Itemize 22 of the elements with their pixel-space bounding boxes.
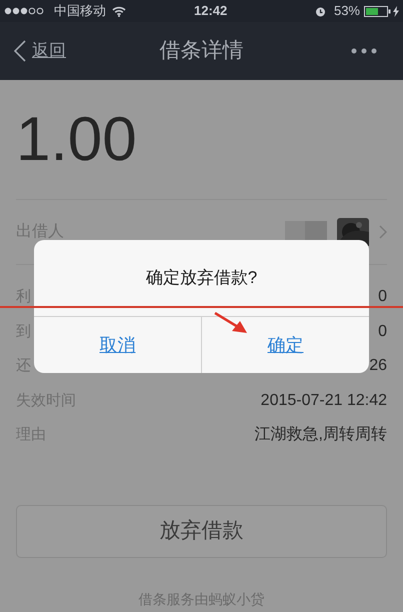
clock-time: 12:42 (194, 2, 228, 20)
dialog-message: 确定放弃借款? (146, 267, 258, 290)
back-chevron-icon (14, 40, 26, 62)
alarm-icon (314, 6, 326, 16)
row-value: 26 (369, 356, 387, 376)
row-value: 0 (378, 322, 387, 342)
row-value: 江湖救急,周转周转 (254, 425, 387, 446)
row-value: 2015-07-21 12:42 (260, 390, 387, 411)
page-title: 借条详情 (160, 38, 244, 64)
chevron-right-icon (379, 225, 387, 239)
carrier-name: 中国移动 (54, 2, 106, 20)
charging-icon (393, 6, 399, 16)
annotation-arrow-icon (214, 312, 248, 334)
battery-icon (364, 6, 392, 16)
loan-amount: 1.00 (16, 108, 137, 170)
more-icon[interactable] (351, 48, 377, 54)
row-value: 0 (378, 287, 387, 308)
back-button[interactable]: 返回 (14, 38, 66, 64)
abandon-loan-button[interactable]: 放弃借款 (16, 504, 387, 558)
battery-percent: 53% (334, 2, 360, 20)
wifi-icon (112, 6, 126, 16)
dialog-button[interactable]: 取消 (34, 317, 201, 373)
